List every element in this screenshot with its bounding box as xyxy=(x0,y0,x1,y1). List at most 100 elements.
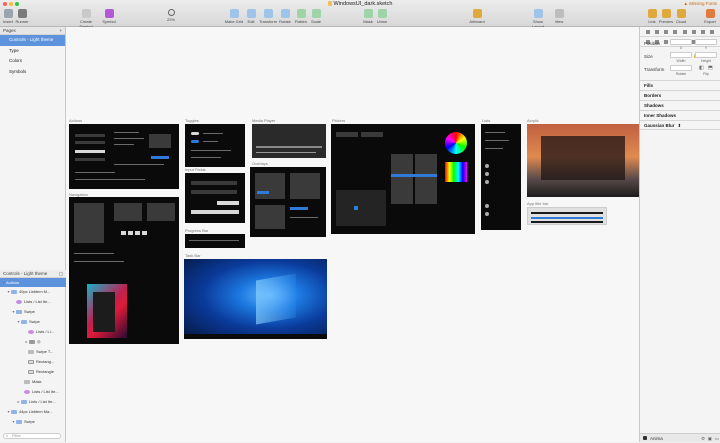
rotate-field[interactable] xyxy=(670,65,692,71)
artboard-acrylic[interactable] xyxy=(527,124,639,197)
title-bar-mock xyxy=(531,221,603,223)
create-symbol-button[interactable]: Create Symbol xyxy=(75,9,97,29)
anima-bar[interactable]: Anima ⚙ ▣ ▭ xyxy=(640,433,720,442)
shape-icon xyxy=(29,339,35,344)
fills-section[interactable]: Fills xyxy=(640,80,720,90)
artboard-actions[interactable] xyxy=(69,124,179,189)
accent-mock xyxy=(290,207,308,210)
button-mock xyxy=(75,134,105,137)
transform-icon xyxy=(263,9,273,18)
add-page-icon[interactable]: + xyxy=(59,27,62,35)
artboard-label[interactable]: Media Player xyxy=(252,118,275,123)
distribute-vertical-icon[interactable] xyxy=(710,29,715,34)
gaussian-blur-section[interactable]: Gaussian Blur ⬍ xyxy=(640,120,720,130)
artboard-label[interactable]: Acrylic xyxy=(527,118,539,123)
align-left-icon[interactable] xyxy=(645,29,650,34)
search-icon: ⌕ xyxy=(6,433,9,438)
artboard-lists[interactable] xyxy=(481,124,521,230)
symbol-instance-icon xyxy=(24,389,30,394)
distribute-horizontal-icon[interactable] xyxy=(701,29,706,34)
artboard-overlays[interactable] xyxy=(250,167,326,237)
seekbar-mock xyxy=(256,146,322,148)
artboard-label[interactable]: Actions xyxy=(69,118,82,123)
artboard-label[interactable]: Input Fields xyxy=(185,167,206,172)
union-button[interactable]: Union xyxy=(371,9,393,24)
folder-icon xyxy=(16,309,22,314)
height-field[interactable] xyxy=(695,52,717,58)
artboard-media-player[interactable] xyxy=(252,124,326,158)
view-button[interactable]: View xyxy=(548,9,570,24)
artboard-input-fields[interactable] xyxy=(185,173,245,223)
layer-group[interactable]: ▸ ◎ xyxy=(0,337,66,347)
artboard-task-bar[interactable] xyxy=(184,259,327,339)
missing-fonts-warning[interactable]: ▲ Missing Fonts xyxy=(684,1,717,6)
align-bottom-icon[interactable] xyxy=(691,29,696,34)
x-field[interactable] xyxy=(670,39,692,45)
align-middle-icon[interactable] xyxy=(682,29,687,34)
text-mock xyxy=(191,157,221,158)
symbol-instance-icon xyxy=(28,329,34,334)
artboard-button[interactable]: Artboard xyxy=(466,9,488,24)
zoom-control[interactable]: 22% xyxy=(160,9,182,22)
artboard-app-title-bar[interactable] xyxy=(527,207,607,225)
accent-mock xyxy=(257,191,269,194)
layer-group[interactable]: ▾ Swipe xyxy=(0,317,66,327)
layer-text[interactable]: Swipe T... xyxy=(0,347,66,357)
artboard-progress-bar[interactable] xyxy=(185,234,245,248)
page-controls-light[interactable]: Controls - Light theme xyxy=(0,35,65,46)
artboard-label[interactable]: Toggles xyxy=(185,118,199,123)
chevron-updown-icon[interactable]: ⬍ xyxy=(678,123,682,128)
layer-group[interactable]: ▾ Swipe xyxy=(0,307,66,317)
canvas[interactable]: Actions Toggles Media Player Overlays In… xyxy=(66,27,639,442)
symbol-button[interactable]: Symbol xyxy=(98,9,120,24)
layer-symbol[interactable]: Lists / List Ite... xyxy=(0,387,66,397)
layer-symbol[interactable]: Lists / Li... xyxy=(0,327,66,337)
runner-button[interactable]: Runner xyxy=(11,9,33,24)
scale-button[interactable]: Scale xyxy=(305,9,327,24)
artboard-label[interactable]: Task Bar xyxy=(185,253,201,258)
cloud-button[interactable]: Cloud xyxy=(670,9,692,24)
layer-filter-input[interactable]: ⌕ Filter xyxy=(3,433,61,439)
layer-mask[interactable]: Mask xyxy=(0,377,66,387)
layer-rectangle[interactable]: Rectang... xyxy=(0,357,66,367)
layer-symbol[interactable]: ▸ Lists / List Ite... xyxy=(0,397,66,407)
field-mock xyxy=(191,210,239,214)
page-type[interactable]: Type xyxy=(0,46,65,57)
union-icon xyxy=(377,9,387,18)
layer-group[interactable]: ▾ 44px Listitem Ma... xyxy=(0,407,66,417)
artboard-label[interactable]: App title bar xyxy=(527,201,548,206)
list-avatar-mock xyxy=(485,164,489,168)
width-label: Width xyxy=(676,59,686,63)
layer-rectangle[interactable]: Rectangle xyxy=(0,367,66,377)
flip-horizontal-icon[interactable]: ◧ xyxy=(699,65,704,71)
layer-symbol[interactable]: ▾ 40px Listitem M... xyxy=(0,287,66,297)
shadows-section[interactable]: Shadows xyxy=(640,100,720,110)
export-button[interactable]: Export xyxy=(699,9,720,24)
align-top-icon[interactable] xyxy=(673,29,678,34)
collapse-icon[interactable]: ▢ xyxy=(59,270,63,278)
tile-mock xyxy=(121,231,126,235)
rotate-label: Rotate xyxy=(675,72,687,76)
artboard-label[interactable]: Progress Bar xyxy=(185,228,208,233)
artboard-navigation[interactable] xyxy=(69,197,179,344)
inner-shadows-section[interactable]: Inner Shadows xyxy=(640,110,720,120)
layer-group[interactable]: ▾ Swipe xyxy=(0,417,66,427)
page-symbols[interactable]: Symbols xyxy=(0,67,65,78)
borders-section[interactable]: Borders xyxy=(640,90,720,100)
artboard-label[interactable]: Pickers xyxy=(332,118,345,123)
y-field[interactable] xyxy=(695,39,717,45)
align-center-icon[interactable] xyxy=(654,29,659,34)
artboard-label[interactable]: Lists xyxy=(482,118,490,123)
width-field[interactable] xyxy=(670,52,692,58)
layer-symbol[interactable]: Lists / List Ite... xyxy=(0,297,66,307)
show-layout-button[interactable]: Show Layout xyxy=(527,9,549,29)
menu-mock xyxy=(255,205,285,229)
artboard-toggles[interactable] xyxy=(185,124,245,167)
align-right-icon[interactable] xyxy=(664,29,669,34)
artboard-label[interactable]: Overlays xyxy=(252,161,268,166)
page-colors[interactable]: Colors xyxy=(0,56,65,67)
artboard-pickers[interactable] xyxy=(331,124,475,234)
resize-icon[interactable] xyxy=(664,39,669,44)
layer-group[interactable]: ▾ Actions xyxy=(0,278,66,287)
flip-vertical-icon[interactable]: ⬒ xyxy=(708,65,713,71)
